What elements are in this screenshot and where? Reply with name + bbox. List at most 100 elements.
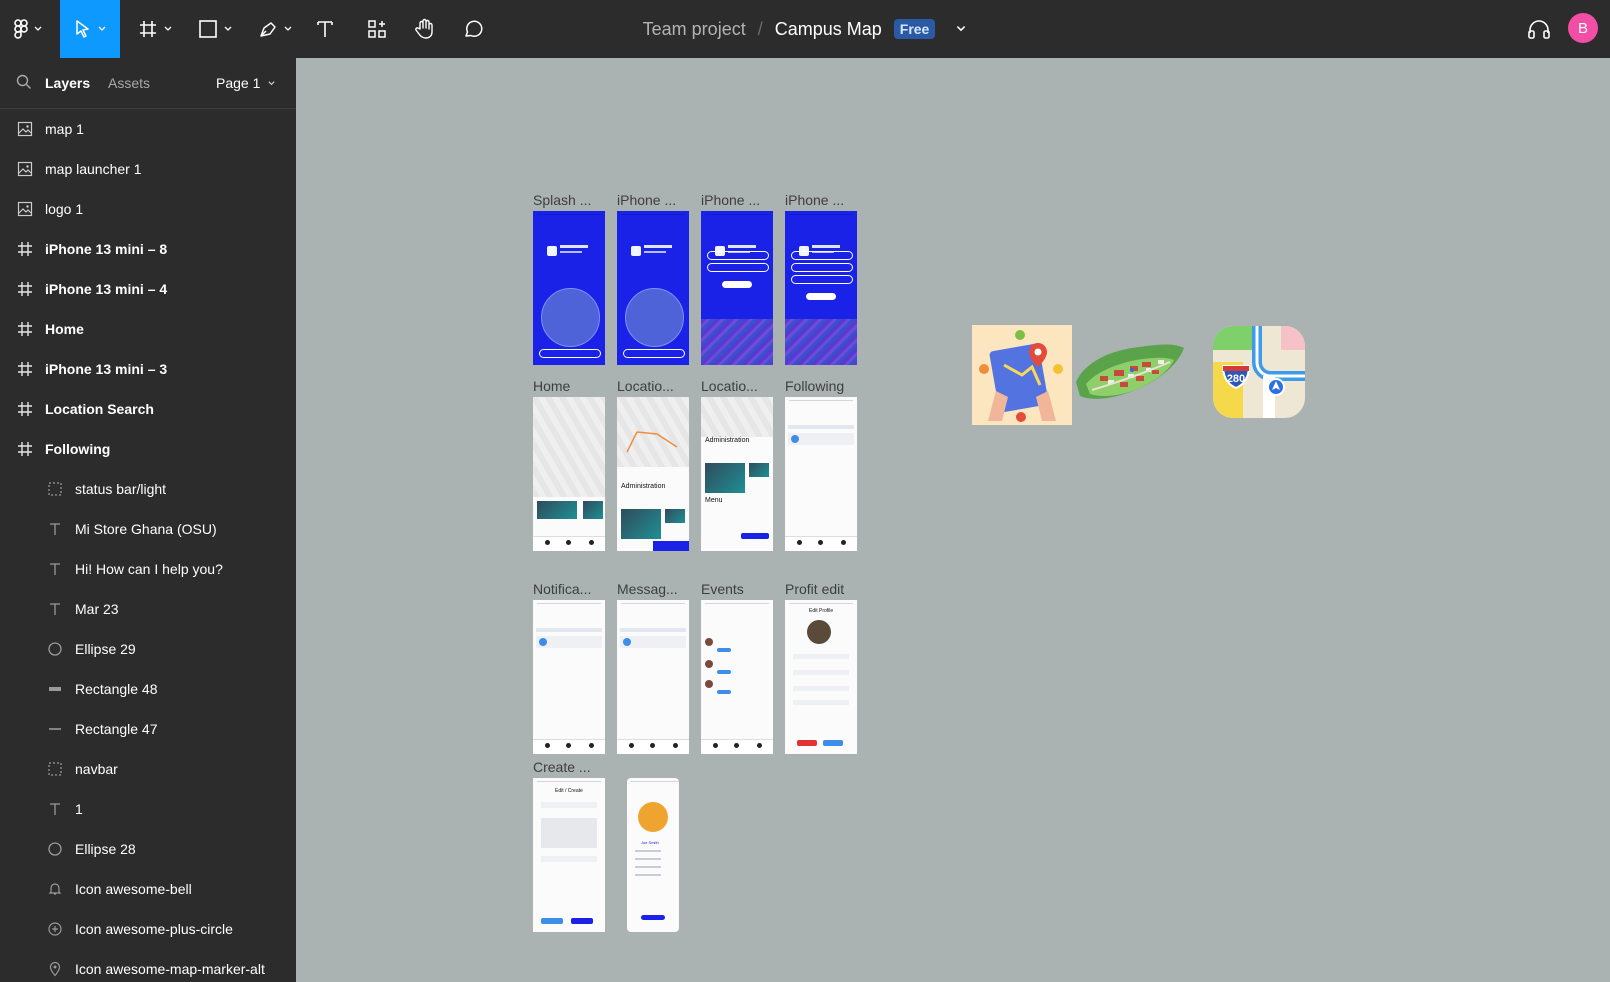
mini-input-pill xyxy=(791,275,853,284)
frame-icon xyxy=(16,320,34,338)
frame-label[interactable]: Notifica... xyxy=(533,581,591,597)
frame-login[interactable] xyxy=(701,211,773,365)
frame-create[interactable]: Edit / Create xyxy=(533,778,605,932)
layer-row[interactable]: Rectangle 47 xyxy=(0,709,296,749)
file-name[interactable]: Campus Map xyxy=(775,19,882,40)
design-canvas[interactable]: Splash ... iPhone ... iPhone ... iPhone ...… xyxy=(296,58,1610,982)
layer-row[interactable]: Icon awesome-bell xyxy=(0,869,296,909)
layer-row[interactable]: logo 1 xyxy=(0,189,296,229)
audio-button[interactable] xyxy=(1524,0,1554,58)
main-menu-button[interactable] xyxy=(6,0,50,58)
mini-input-pill xyxy=(791,251,853,260)
mini-title: Edit Profile xyxy=(809,608,834,614)
chevron-down-icon xyxy=(284,26,291,31)
mini-title: Edit / Create xyxy=(555,788,583,794)
layer-row[interactable]: Home xyxy=(0,309,296,349)
panel-tabs: Layers Assets Page 1 xyxy=(0,58,296,109)
layer-row[interactable]: iPhone 13 mini – 3 xyxy=(0,349,296,389)
text-tool-icon xyxy=(317,21,333,37)
frame-notifications[interactable] xyxy=(533,600,605,754)
mini-nav-icon xyxy=(545,743,550,748)
frame-label[interactable]: Splash ... xyxy=(533,192,591,208)
frame-home[interactable] xyxy=(533,397,605,551)
layer-row[interactable]: Ellipse 29 xyxy=(0,629,296,669)
shape-tool-button[interactable] xyxy=(192,0,238,58)
layer-row[interactable]: Mi Store Ghana (OSU) xyxy=(0,509,296,549)
mini-avatar xyxy=(705,660,713,668)
frame-label[interactable]: Messag... xyxy=(617,581,678,597)
frame-location1[interactable]: Administration xyxy=(617,397,689,551)
frame-splash[interactable] xyxy=(533,211,605,365)
frame-following[interactable] xyxy=(785,397,857,551)
mini-avatar xyxy=(791,435,799,443)
team-breadcrumb[interactable]: Team project xyxy=(643,19,746,40)
layer-row[interactable]: Following xyxy=(0,429,296,469)
file-menu-chevron-icon[interactable] xyxy=(955,23,967,35)
layer-row[interactable]: status bar/light xyxy=(0,469,296,509)
layer-row[interactable]: map 1 xyxy=(0,109,296,149)
frame-label[interactable]: Locatio... xyxy=(617,378,674,394)
tab-layers[interactable]: Layers xyxy=(45,75,90,91)
layer-row[interactable]: iPhone 13 mini – 4 xyxy=(0,269,296,309)
pen-tool-button[interactable] xyxy=(252,0,298,58)
mini-logo-mark xyxy=(547,246,557,256)
page-selector[interactable]: Page 1 xyxy=(216,75,276,91)
map-launcher-icon-image[interactable]: 280 xyxy=(1213,326,1305,418)
layer-label: Icon awesome-map-marker-alt xyxy=(75,961,265,977)
pen-icon xyxy=(259,22,276,37)
plan-badge[interactable]: Free xyxy=(893,19,936,39)
frame-label[interactable]: Following xyxy=(785,378,844,394)
layer-row[interactable]: Icon awesome-map-marker-alt xyxy=(0,949,296,982)
frame-label[interactable]: iPhone ... xyxy=(701,192,760,208)
comment-tool-button[interactable] xyxy=(458,0,488,58)
layer-row[interactable]: 1 xyxy=(0,789,296,829)
frame-splash2[interactable] xyxy=(617,211,689,365)
frame-messages[interactable] xyxy=(617,600,689,754)
text-layer-icon xyxy=(46,800,64,818)
mini-update-button xyxy=(823,740,843,746)
frame-label[interactable]: Home xyxy=(533,378,570,394)
frame-label[interactable]: Create ... xyxy=(533,759,591,775)
chevron-down-icon xyxy=(268,81,275,86)
mini-input-pill xyxy=(707,251,769,260)
mini-nav-icon xyxy=(566,540,571,545)
text-tool-button[interactable] xyxy=(310,0,340,58)
resources-tool-button[interactable] xyxy=(362,0,392,58)
frame-signup[interactable] xyxy=(785,211,857,365)
mini-navbar xyxy=(785,536,857,551)
layer-row[interactable]: Icon awesome-plus-circle xyxy=(0,909,296,949)
user-avatar[interactable]: B xyxy=(1568,13,1598,43)
frame-tool-button[interactable] xyxy=(132,0,178,58)
hand-tool-button[interactable] xyxy=(410,0,440,58)
frame-profile-edit[interactable]: Edit Profile xyxy=(785,600,857,754)
campus-3d-map-image[interactable] xyxy=(1072,340,1188,410)
layer-row[interactable]: Ellipse 28 xyxy=(0,829,296,869)
layer-label: Icon awesome-plus-circle xyxy=(75,921,233,937)
frame-events[interactable] xyxy=(701,600,773,754)
frame-label[interactable]: iPhone ... xyxy=(785,192,844,208)
frame-label[interactable]: iPhone ... xyxy=(617,192,676,208)
rectangle-icon xyxy=(198,20,217,38)
mini-menu-row xyxy=(635,858,661,860)
frame-label[interactable]: Locatio... xyxy=(701,378,758,394)
layer-row[interactable]: navbar xyxy=(0,749,296,789)
move-tool-button[interactable] xyxy=(60,0,120,58)
layer-row[interactable]: map launcher 1 xyxy=(0,149,296,189)
line-icon xyxy=(46,720,64,738)
tab-assets[interactable]: Assets xyxy=(108,75,150,91)
plus-circle-icon xyxy=(46,920,64,938)
layer-row[interactable]: Rectangle 48 xyxy=(0,669,296,709)
frame-label[interactable]: Events xyxy=(701,581,744,597)
layer-row[interactable]: Mar 23 xyxy=(0,589,296,629)
frame-location2[interactable]: Administration Menu xyxy=(701,397,773,551)
frame-profile[interactable]: Joe Smith xyxy=(627,778,679,932)
map-illustration-image[interactable] xyxy=(972,325,1072,425)
frame-label[interactable]: Profit edit xyxy=(785,581,844,597)
mini-navbar xyxy=(617,739,689,754)
mini-profile-photo xyxy=(807,620,831,644)
layer-row[interactable]: iPhone 13 mini – 8 xyxy=(0,229,296,269)
search-icon[interactable] xyxy=(16,74,32,90)
layer-label: status bar/light xyxy=(75,481,167,497)
layer-row[interactable]: Location Search xyxy=(0,389,296,429)
layer-row[interactable]: Hi! How can I help you? xyxy=(0,549,296,589)
